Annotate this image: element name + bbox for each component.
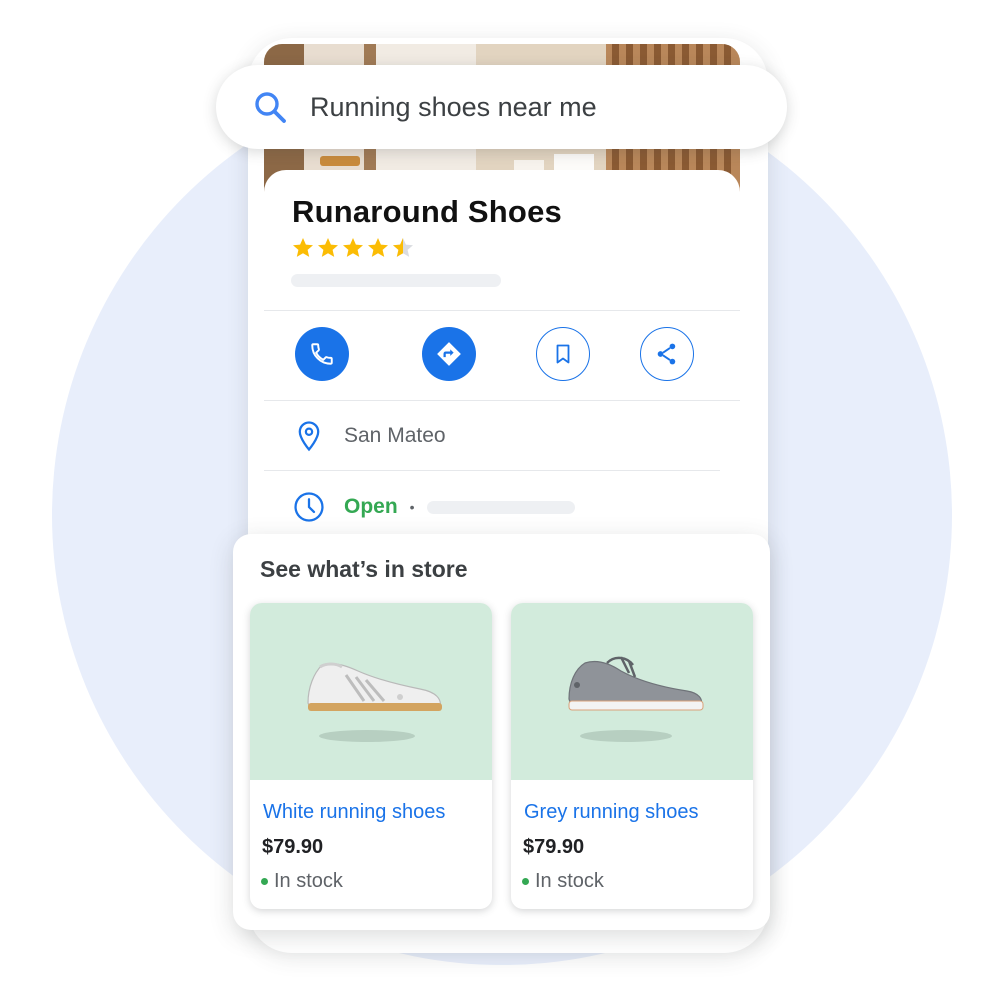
phone-icon bbox=[311, 343, 333, 365]
divider bbox=[264, 310, 740, 311]
product-card[interactable]: Grey running shoes $79.90 In stock bbox=[511, 603, 753, 909]
place-title: Runaround Shoes bbox=[292, 194, 562, 229]
subtitle-placeholder bbox=[291, 274, 501, 287]
product-image bbox=[511, 603, 753, 780]
save-button[interactable] bbox=[536, 327, 590, 381]
white-shoe-image bbox=[307, 662, 442, 742]
product-name[interactable]: Grey running shoes bbox=[524, 801, 699, 824]
grey-shoe-image bbox=[568, 656, 704, 742]
star-icon bbox=[343, 238, 363, 257]
search-icon[interactable] bbox=[252, 89, 288, 125]
in-stock-dot-icon bbox=[261, 878, 268, 885]
product-card[interactable]: White running shoes $79.90 In stock bbox=[250, 603, 492, 909]
star-icon bbox=[293, 238, 313, 257]
hours-placeholder bbox=[426, 500, 575, 514]
share-icon bbox=[657, 343, 676, 365]
location-text: San Mateo bbox=[344, 424, 446, 447]
divider bbox=[264, 400, 740, 401]
stock-text: In stock bbox=[274, 870, 343, 892]
product-price: $79.90 bbox=[262, 836, 324, 858]
hours-row[interactable]: Open • bbox=[292, 490, 575, 524]
half-star-icon bbox=[393, 238, 413, 257]
in-store-heading: See what’s in store bbox=[260, 556, 468, 582]
stock-text: In stock bbox=[535, 870, 604, 892]
search-input[interactable] bbox=[310, 87, 750, 127]
call-button[interactable] bbox=[295, 327, 349, 381]
location-pin-icon bbox=[298, 421, 320, 452]
in-stock-dot-icon bbox=[522, 878, 529, 885]
product-price: $79.90 bbox=[523, 836, 585, 858]
star-icon bbox=[368, 238, 388, 257]
stock-status: In stock bbox=[261, 870, 343, 893]
clock-icon bbox=[294, 492, 324, 522]
location-row[interactable]: San Mateo bbox=[292, 419, 446, 453]
stock-status: In stock bbox=[522, 870, 604, 893]
divider bbox=[264, 470, 720, 471]
bookmark-icon bbox=[556, 344, 570, 364]
in-store-card: See what’s in store White running shoes … bbox=[233, 534, 770, 930]
product-image bbox=[250, 603, 492, 780]
open-status: Open bbox=[344, 495, 398, 518]
product-name[interactable]: White running shoes bbox=[263, 801, 445, 824]
separator-dot: • bbox=[409, 499, 415, 515]
search-bar[interactable] bbox=[216, 65, 787, 149]
share-button[interactable] bbox=[640, 327, 694, 381]
directions-button[interactable] bbox=[422, 327, 476, 381]
directions-icon bbox=[437, 342, 461, 366]
star-rating bbox=[291, 236, 415, 260]
star-icon bbox=[318, 238, 338, 257]
